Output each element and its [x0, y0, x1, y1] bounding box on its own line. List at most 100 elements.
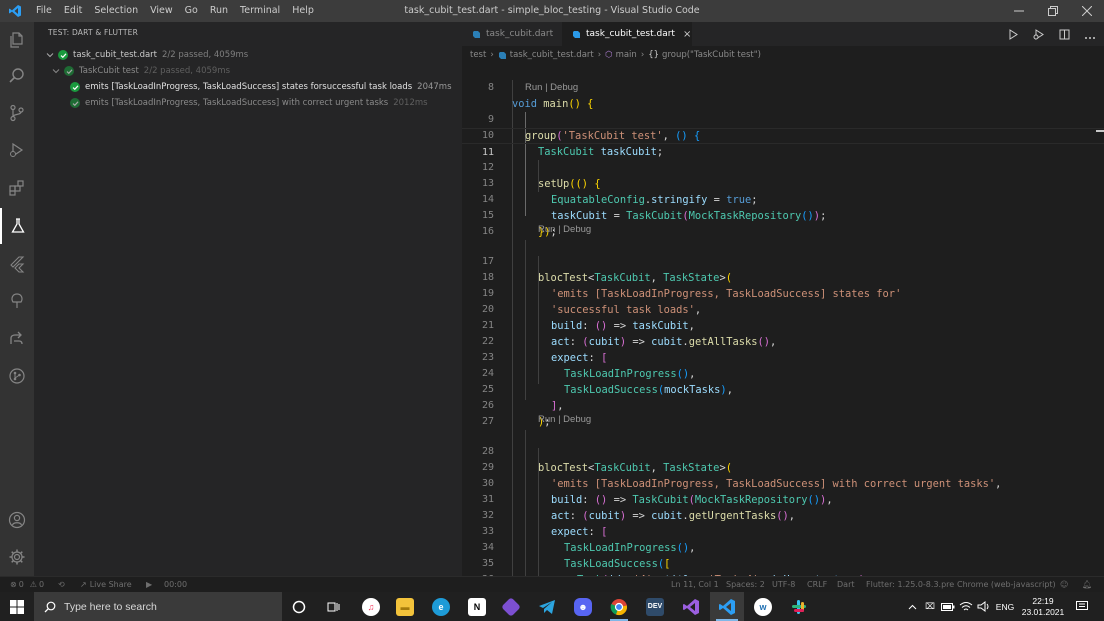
live-share-icon[interactable]	[0, 321, 34, 357]
tab-label: task_cubit.dart	[486, 29, 554, 39]
menu-terminal[interactable]: Terminal	[234, 0, 286, 22]
menu-help[interactable]: Help	[286, 0, 320, 22]
taskbar-clock[interactable]: 22:19 23.01.2021	[1018, 592, 1068, 621]
telegram-icon[interactable]	[532, 592, 562, 621]
menu-file[interactable]: File	[30, 0, 58, 22]
vscode-taskbar-icon[interactable]	[710, 592, 744, 621]
notifications-bell-icon[interactable]: 🔔︎	[1082, 577, 1092, 592]
action-center-icon[interactable]	[1072, 592, 1092, 621]
split-editor-icon[interactable]	[1059, 25, 1070, 44]
vscode-logo-icon	[0, 0, 30, 22]
breadcrumb-folder[interactable]: test	[470, 50, 486, 60]
device-selector[interactable]: Chrome (web-javascript)	[957, 577, 1056, 592]
code-line: 13 EquatableConfig.stringify = true;	[462, 160, 1104, 206]
test-case-row[interactable]: emits [TaskLoadInProgress, TaskLoadSucce…	[70, 95, 428, 111]
search-icon[interactable]	[0, 58, 34, 94]
minimize-button[interactable]	[1002, 0, 1036, 22]
notion-icon[interactable]: N	[462, 592, 492, 621]
code-editor[interactable]: 8 void main() { Run | Debug 9 group('Tas…	[462, 64, 1104, 576]
test-group-row[interactable]: TaskCubit test 2/2 passed, 4059ms	[52, 63, 230, 79]
code-line: 10 TaskCubit taskCubit;	[462, 112, 1104, 158]
task-view-icon[interactable]	[318, 592, 348, 621]
account-icon[interactable]	[0, 502, 34, 538]
git-graph-icon[interactable]	[0, 358, 34, 394]
close-window-button[interactable]	[1070, 0, 1104, 22]
indentation[interactable]: Spaces: 2	[726, 577, 765, 592]
flutter-version[interactable]: Flutter: 1.25.0-8.3.pre	[866, 577, 954, 592]
tab-task-cubit[interactable]: task_cubit.dart	[462, 22, 562, 46]
wifi-icon[interactable]	[958, 592, 974, 621]
visual-studio-icon[interactable]	[676, 592, 706, 621]
source-control-icon[interactable]	[0, 95, 34, 131]
warning-count: 0	[38, 580, 45, 589]
sync-icon[interactable]: ⟲	[58, 577, 65, 592]
code-line: 22 expect: [	[462, 318, 1104, 364]
code-line-current: 11	[462, 128, 1104, 158]
debug-run-icon[interactable]	[1033, 25, 1045, 44]
menu-go[interactable]: Go	[179, 0, 204, 22]
devhub-icon[interactable]: DEV	[640, 592, 670, 621]
code-line: 32 expect: [	[462, 492, 1104, 538]
breadcrumb-file[interactable]: task_cubit_test.dart	[510, 50, 594, 60]
codelens-run-debug[interactable]: Run | Debug	[538, 224, 591, 235]
menu-selection[interactable]: Selection	[88, 0, 144, 22]
code-line: 21 act: (cubit) => cubit.getAllTasks(),	[462, 302, 1104, 348]
codelens-run-debug[interactable]: Run | Debug	[525, 82, 578, 93]
code-line: 24 TaskLoadSuccess(mockTasks),	[462, 350, 1104, 396]
tree-icon[interactable]	[0, 283, 34, 319]
explorer-icon[interactable]	[0, 22, 34, 58]
settings-gear-icon[interactable]	[0, 539, 34, 575]
taskbar-search-input[interactable]: Type here to search	[34, 592, 282, 621]
close-tab-button[interactable]: ×	[683, 29, 691, 40]
run-debug-icon[interactable]	[0, 132, 34, 168]
menu-view[interactable]: View	[144, 0, 179, 22]
windows-start-icon[interactable]	[0, 592, 34, 621]
line-ending[interactable]: CRLF	[807, 577, 827, 592]
live-share-status[interactable]: ↗ Live Share	[80, 577, 132, 592]
test-file-row[interactable]: task_cubit_test.dart 2/2 passed, 4059ms	[46, 47, 248, 63]
input-language[interactable]: ENG	[994, 592, 1016, 621]
obsidian-icon[interactable]	[496, 592, 526, 621]
file-explorer-icon[interactable]: ▬	[390, 592, 420, 621]
breadcrumb-symbol-main[interactable]: main	[616, 50, 637, 60]
dart-file-icon	[472, 30, 481, 39]
discord-icon[interactable]: ☻	[568, 592, 598, 621]
encoding[interactable]: UTF-8	[772, 577, 795, 592]
flutter-icon[interactable]	[0, 246, 34, 282]
cortana-icon[interactable]	[284, 592, 314, 621]
app-w-icon[interactable]: w	[748, 592, 778, 621]
cursor-position[interactable]: Ln 11, Col 1	[671, 577, 719, 592]
chrome-icon[interactable]	[604, 592, 634, 621]
menu-edit[interactable]: Edit	[58, 0, 88, 22]
slack-icon[interactable]	[784, 592, 814, 621]
codelens-run-debug[interactable]: Run | Debug	[538, 414, 591, 425]
breadcrumb-symbol-group[interactable]: group("TaskCubit test")	[662, 50, 761, 60]
volume-icon[interactable]	[976, 592, 992, 621]
live-share-label: Live Share	[89, 580, 132, 589]
language-mode[interactable]: Dart	[837, 577, 855, 592]
breadcrumb: test › task_cubit_test.dart › ⬡ main › {…	[462, 46, 1104, 64]
chevron-down-icon[interactable]	[52, 67, 64, 75]
error-count: 0	[18, 580, 24, 589]
test-case-row[interactable]: emits [TaskLoadInProgress, TaskLoadSucce…	[70, 79, 452, 95]
play-icon[interactable]: ▶	[146, 577, 152, 592]
testing-icon[interactable]	[0, 208, 34, 244]
test-case-detail: 2012ms	[393, 98, 428, 108]
battery-icon[interactable]	[940, 592, 956, 621]
restore-button[interactable]	[1036, 0, 1070, 22]
code-line: 29 'emits [TaskLoadInProgress, TaskLoadS…	[462, 444, 1104, 490]
run-test-icon[interactable]	[1008, 25, 1019, 44]
itunes-icon[interactable]: ♫	[356, 592, 386, 621]
chevron-down-icon[interactable]	[46, 51, 58, 59]
edge-browser-icon[interactable]: e	[426, 592, 456, 621]
feedback-icon[interactable]: ☺	[1060, 577, 1068, 592]
problems-indicator[interactable]: ⊗ 0 ⚠ 0	[10, 577, 44, 592]
menu-run[interactable]: Run	[204, 0, 234, 22]
device-tray-icon[interactable]: ⌧	[922, 592, 938, 621]
code-line: 18 'emits [TaskLoadInProgress, TaskLoadS…	[462, 254, 1104, 300]
extensions-icon[interactable]	[0, 170, 34, 206]
more-actions-icon[interactable]	[1084, 25, 1096, 44]
sidebar-title: TEST: DART & FLUTTER	[48, 28, 138, 37]
tab-task-cubit-test[interactable]: task_cubit_test.dart ×	[562, 22, 692, 46]
chevron-up-icon[interactable]	[904, 592, 920, 621]
